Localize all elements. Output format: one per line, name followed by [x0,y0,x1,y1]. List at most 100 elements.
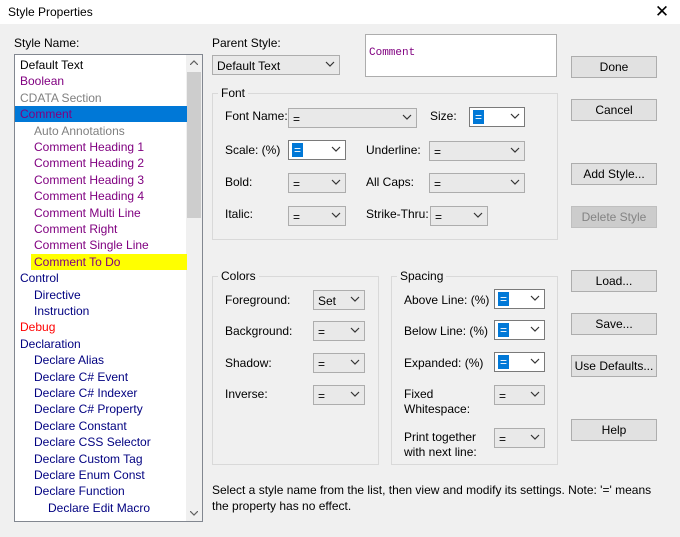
below-line-label: Below Line: (%) [404,324,489,338]
cancel-button[interactable]: Cancel [571,99,657,121]
below-line-dropdown[interactable]: = [494,320,545,340]
list-item[interactable]: Comment Single Line [31,237,187,253]
chevron-down-icon [402,114,412,120]
list-item[interactable]: Comment Right [31,221,187,237]
list-item-label: Comment Multi Line [34,205,141,220]
background-dropdown[interactable]: = [313,321,365,341]
list-item[interactable]: Declare C# Event [31,369,187,385]
list-item[interactable]: Default Text [17,57,187,73]
list-item[interactable]: Declare C# Indexer [31,385,187,401]
add-style-button[interactable]: Add Style... [571,163,657,185]
list-item[interactable]: Boolean [17,73,187,89]
list-scrollbar[interactable] [186,55,202,521]
list-item[interactable]: Auto Annotations [31,123,187,139]
list-item[interactable]: Declare Custom Tag [31,451,187,467]
underline-dropdown[interactable]: = [429,141,525,161]
chevron-down-icon [530,295,540,301]
list-item-label: Declare Alias [34,353,105,368]
chevron-down-icon [510,113,520,119]
list-item[interactable]: Declare CSS Selector [31,434,187,450]
list-item-label: Comment Heading 1 [34,140,145,154]
list-item[interactable]: Declare Function [31,483,187,499]
parent-style-dropdown[interactable]: Default Text [212,55,340,75]
list-item[interactable]: Debug [17,319,187,335]
help-note: Select a style name from the list, then … [212,483,652,513]
chevron-down-icon [331,212,341,218]
inverse-dropdown[interactable]: = [313,385,365,405]
above-line-dropdown[interactable]: = [494,289,545,309]
underline-label: Underline: [366,143,421,157]
done-button[interactable]: Done [571,56,657,78]
save-button[interactable]: Save... [571,313,657,335]
scroll-up-icon[interactable] [190,60,198,65]
chevron-down-icon [530,434,540,440]
list-item-label: Instruction [34,304,90,318]
list-item-label: Debug [20,320,56,335]
list-item[interactable]: Declare Constant [31,418,187,434]
chevron-down-icon [530,358,540,364]
use-defaults-button[interactable]: Use Defaults... [571,355,657,377]
fixed-whitespace-label-line1: Fixed [404,387,434,401]
style-name-list[interactable]: Default Text Boolean CDATA Section Comment A… [14,54,203,522]
list-item-label: Declare Function [34,484,125,499]
font-name-dropdown[interactable]: = [288,108,417,128]
foreground-dropdown[interactable]: Set [313,290,365,310]
list-item[interactable]: Comment Multi Line [31,205,187,221]
load-button[interactable]: Load... [571,270,657,292]
chevron-down-icon [530,391,540,397]
list-item[interactable]: Directive [31,287,187,303]
list-item[interactable]: Comment Heading 3 [31,172,187,188]
list-item-label: Boolean [20,74,65,89]
chevron-down-icon [510,179,520,185]
list-item-label: Comment To Do [34,254,121,269]
delete-style-button[interactable]: Delete Style [571,206,657,228]
list-item[interactable]: Comment Heading 1 [31,139,187,155]
list-item[interactable]: Declaration [17,336,187,352]
list-item[interactable]: Declare Enum Const [31,467,187,483]
size-dropdown[interactable]: = [469,107,525,127]
list-item-label: Auto Annotations [34,123,125,138]
list-item[interactable]: CDATA Section [17,90,187,106]
scale-dropdown[interactable]: = [288,140,346,160]
list-item[interactable]: Comment [15,106,187,123]
spacing-group-title: Spacing [397,269,447,283]
chevron-down-icon [350,359,360,365]
background-label: Background: [225,324,293,338]
list-item[interactable]: Comment Heading 4 [31,188,187,204]
shadow-label: Shadow: [225,356,272,370]
scroll-thumb[interactable] [187,72,201,218]
list-item-label: Declare C# Indexer [34,386,138,400]
all-caps-label: All Caps: [366,175,415,189]
help-button[interactable]: Help [571,419,657,441]
chevron-down-icon [331,146,341,152]
chevron-down-icon [350,391,360,397]
italic-dropdown[interactable]: = [288,206,346,226]
strike-thru-dropdown[interactable]: = [430,206,488,226]
list-item[interactable]: Declare Edit Macro [45,500,187,516]
scroll-down-icon[interactable] [190,511,198,516]
list-item[interactable]: Declare Alias [31,352,187,368]
chevron-down-icon [350,327,360,333]
chevron-down-icon [350,296,360,302]
close-icon[interactable]: ✕ [654,2,670,22]
bold-dropdown[interactable]: = [288,173,346,193]
font-name-label: Font Name: [225,109,288,123]
list-item[interactable]: Comment Heading 2 [31,155,187,171]
print-together-dropdown[interactable]: = [494,428,545,448]
preview-text: Comment [369,47,416,59]
list-item[interactable]: Control [17,270,187,286]
parent-style-label: Parent Style: [212,36,281,50]
shadow-dropdown[interactable]: = [313,353,365,373]
foreground-label: Foreground: [225,293,291,307]
list-item[interactable]: Comment To Do [31,253,187,270]
chevron-down-icon [473,212,483,218]
list-item[interactable]: Instruction [31,303,187,319]
list-item-label: Comment Heading 4 [34,189,145,204]
list-item-label: Control [20,271,59,286]
chevron-down-icon [510,147,520,153]
expanded-dropdown[interactable]: = [494,352,545,372]
fixed-whitespace-dropdown[interactable]: = [494,385,545,405]
all-caps-dropdown[interactable]: = [429,173,525,193]
list-item[interactable]: Declare C# Property [31,401,187,417]
style-name-label: Style Name: [14,36,80,50]
